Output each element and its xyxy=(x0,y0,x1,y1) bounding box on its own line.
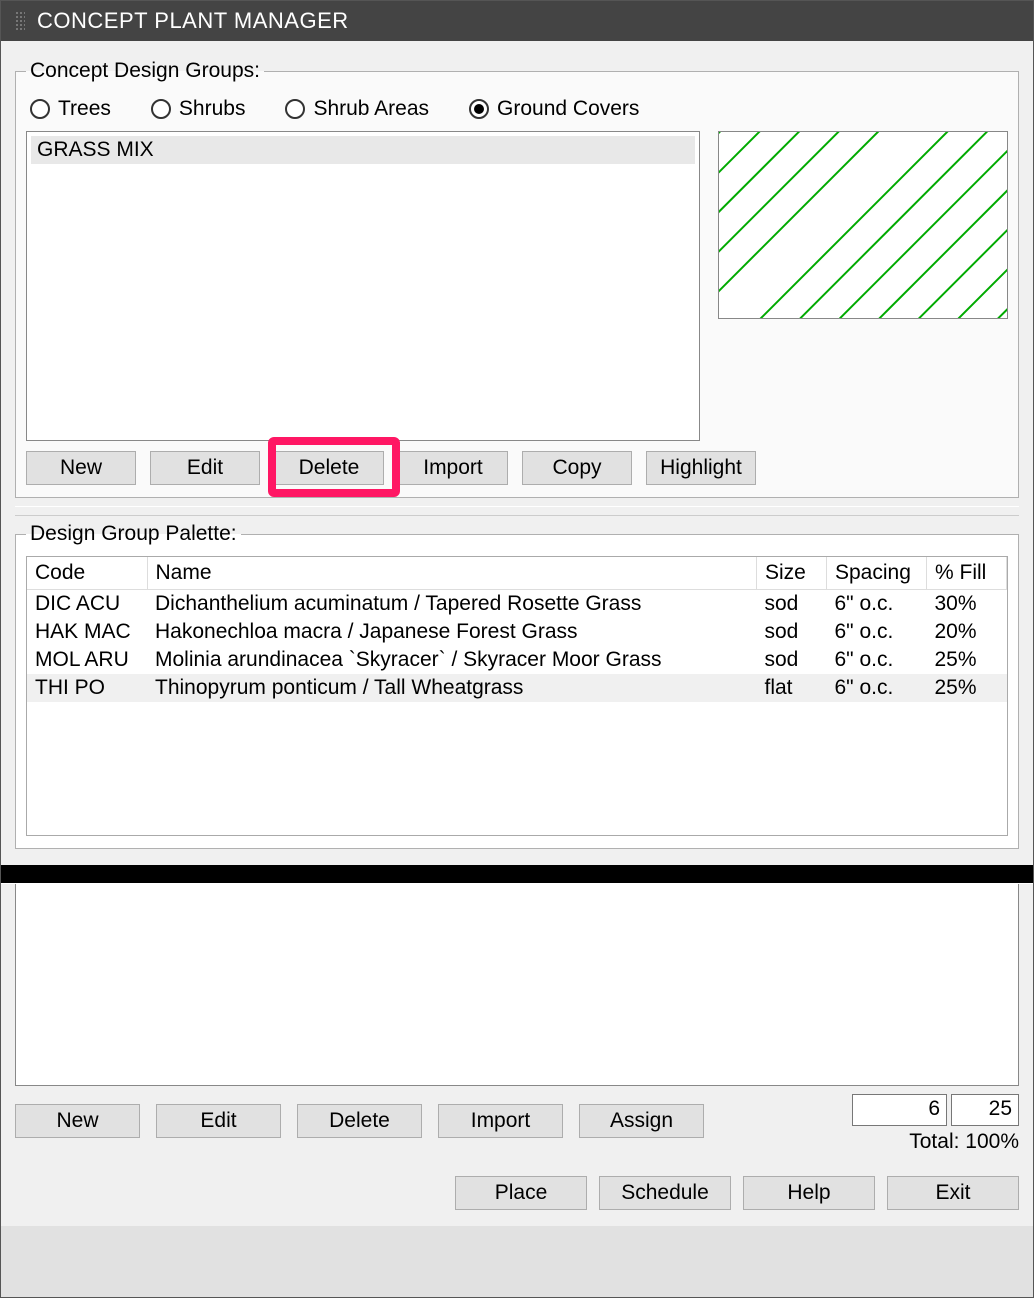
delete-plant-button[interactable]: Delete xyxy=(297,1104,422,1138)
cell-fill: 30% xyxy=(927,590,1007,619)
list-item[interactable]: GRASS MIX xyxy=(31,136,695,164)
cell-name: Dichanthelium acuminatum / Tapered Roset… xyxy=(147,590,757,619)
table-row[interactable]: MOL ARUMolinia arundinacea `Skyracer` / … xyxy=(27,646,1007,674)
titlebar[interactable]: CONCEPT PLANT MANAGER xyxy=(1,1,1033,41)
cell-code: HAK MAC xyxy=(27,618,147,646)
new-group-button[interactable]: New xyxy=(26,451,136,485)
lower-listbox[interactable] xyxy=(15,884,1019,1086)
table-row[interactable]: HAK MACHakonechloa macra / Japanese Fore… xyxy=(27,618,1007,646)
cell-size: sod xyxy=(757,590,827,619)
radio-icon xyxy=(469,99,489,119)
cell-name: Molinia arundinacea `Skyracer` / Skyrace… xyxy=(147,646,757,674)
window-title: CONCEPT PLANT MANAGER xyxy=(37,8,349,34)
radio-shrubs[interactable]: Shrubs xyxy=(151,97,246,121)
cell-size: sod xyxy=(757,646,827,674)
radio-ground-covers[interactable]: Ground Covers xyxy=(469,97,639,121)
place-button[interactable]: Place xyxy=(455,1176,587,1210)
radio-label: Ground Covers xyxy=(497,97,639,121)
total-label: Total: 100% xyxy=(851,1130,1019,1154)
palette-legend: Design Group Palette: xyxy=(26,522,241,546)
fill-input[interactable]: 25 xyxy=(951,1094,1019,1126)
col-size[interactable]: Size xyxy=(757,557,827,590)
concept-groups-fieldset: Concept Design Groups: Trees Shrubs Shru… xyxy=(15,59,1019,498)
edit-plant-button[interactable]: Edit xyxy=(156,1104,281,1138)
delete-group-button[interactable]: Delete xyxy=(274,451,384,485)
cell-fill: 20% xyxy=(927,618,1007,646)
group-listbox[interactable]: GRASS MIX xyxy=(26,131,700,441)
table-row[interactable]: DIC ACUDichanthelium acuminatum / Tapere… xyxy=(27,590,1007,619)
import-plant-button[interactable]: Import xyxy=(438,1104,563,1138)
grip-icon xyxy=(15,11,25,31)
col-code[interactable]: Code xyxy=(27,557,147,590)
copy-group-button[interactable]: Copy xyxy=(522,451,632,485)
cell-size: flat xyxy=(757,674,827,702)
exit-button[interactable]: Exit xyxy=(887,1176,1019,1210)
cell-spacing: 6" o.c. xyxy=(827,646,927,674)
radio-trees[interactable]: Trees xyxy=(30,97,111,121)
radio-label: Shrubs xyxy=(179,97,246,121)
cell-spacing: 6" o.c. xyxy=(827,590,927,619)
separator xyxy=(15,506,1019,516)
radio-shrub-areas[interactable]: Shrub Areas xyxy=(285,97,429,121)
cell-code: THI PO xyxy=(27,674,147,702)
cell-code: DIC ACU xyxy=(27,590,147,619)
help-button[interactable]: Help xyxy=(743,1176,875,1210)
cell-spacing: 6" o.c. xyxy=(827,618,927,646)
hatch-preview xyxy=(718,131,1008,319)
groups-legend: Concept Design Groups: xyxy=(26,59,264,83)
cell-name: Hakonechloa macra / Japanese Forest Gras… xyxy=(147,618,757,646)
spacing-input[interactable]: 6 xyxy=(852,1094,947,1126)
col-fill[interactable]: % Fill xyxy=(927,557,1007,590)
cell-fill: 25% xyxy=(927,646,1007,674)
radio-label: Trees xyxy=(58,97,111,121)
radio-label: Shrub Areas xyxy=(313,97,429,121)
palette-fieldset: Design Group Palette: Code Name Size Spa… xyxy=(15,522,1019,849)
radio-icon xyxy=(285,99,305,119)
assign-plant-button[interactable]: Assign xyxy=(579,1104,704,1138)
radio-icon xyxy=(30,99,50,119)
edit-group-button[interactable]: Edit xyxy=(150,451,260,485)
cell-spacing: 6" o.c. xyxy=(827,674,927,702)
cell-name: Thinopyrum ponticum / Tall Wheatgrass xyxy=(147,674,757,702)
col-name[interactable]: Name xyxy=(147,557,757,590)
col-spacing[interactable]: Spacing xyxy=(827,557,927,590)
palette-table[interactable]: Code Name Size Spacing % Fill DIC ACUDic… xyxy=(26,556,1008,836)
section-divider xyxy=(1,865,1033,883)
new-plant-button[interactable]: New xyxy=(15,1104,140,1138)
cell-size: sod xyxy=(757,618,827,646)
schedule-button[interactable]: Schedule xyxy=(599,1176,731,1210)
radio-icon xyxy=(151,99,171,119)
table-row[interactable]: THI POThinopyrum ponticum / Tall Wheatgr… xyxy=(27,674,1007,702)
highlight-group-button[interactable]: Highlight xyxy=(646,451,756,485)
import-group-button[interactable]: Import xyxy=(398,451,508,485)
cell-code: MOL ARU xyxy=(27,646,147,674)
cell-fill: 25% xyxy=(927,674,1007,702)
